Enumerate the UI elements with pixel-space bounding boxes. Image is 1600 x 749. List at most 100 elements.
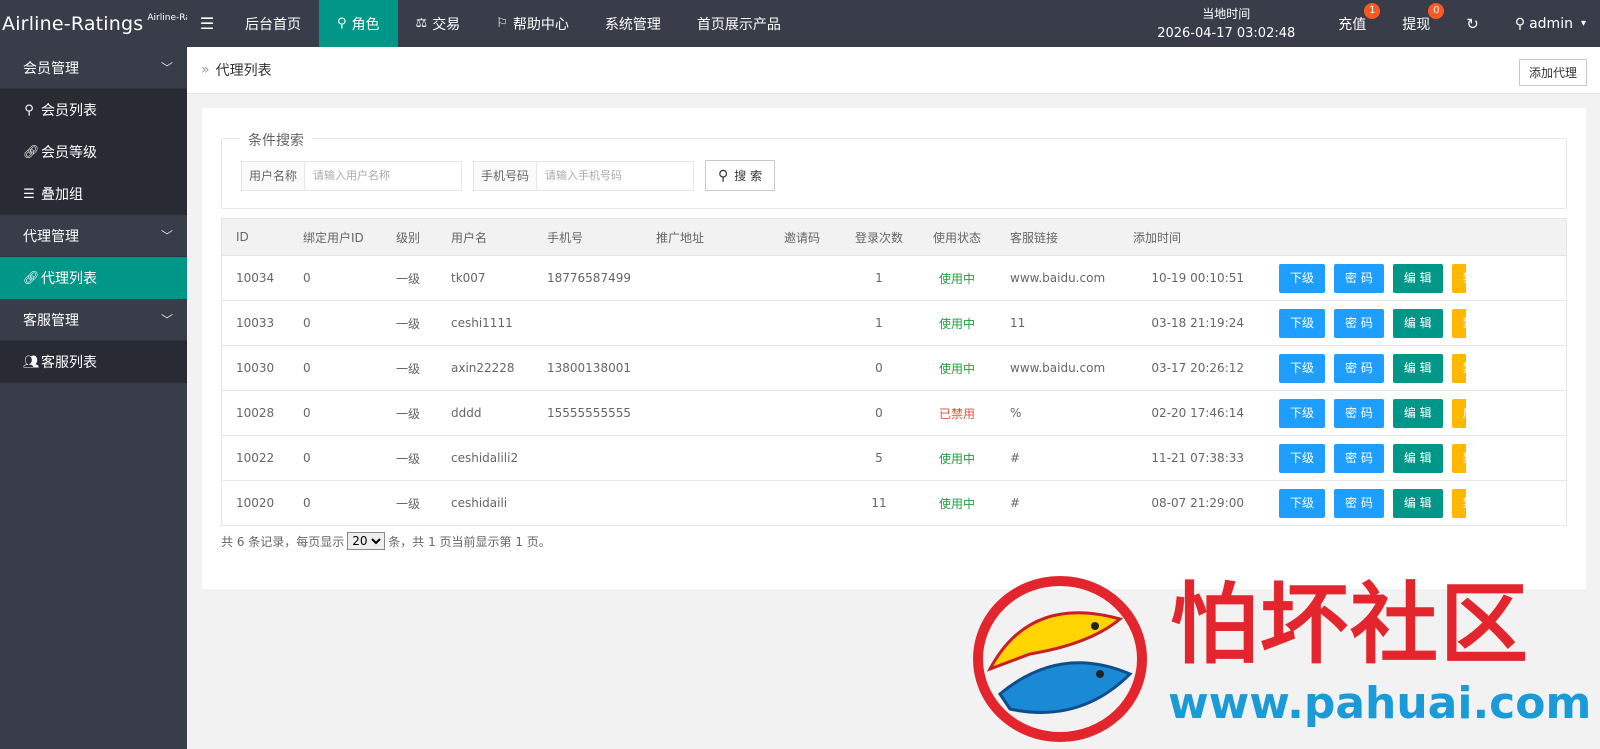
col-id: ID [236,230,249,244]
nav-system-label: 系统管理 [604,16,661,33]
user-menu[interactable]: ⚲ admin ▾ [1497,0,1600,47]
col-invite: 邀请码 [784,230,821,245]
edit-button[interactable]: 编 辑 [1392,353,1443,383]
cell-level: 一级 [396,316,421,331]
sidebar-group-agents[interactable]: 代理管理 ﹀ [0,215,187,257]
cell-username: ceshi1111 [451,316,513,330]
logo[interactable]: Airline-Ratings Airline-Ratings [0,0,187,47]
link-icon: 🔗︎ [23,270,40,286]
recharge-label: 充值 [1338,16,1367,33]
password-button[interactable]: 密 码 [1334,263,1384,293]
subordinate-button[interactable]: 下级 [1279,398,1326,428]
edit-button[interactable]: 编 辑 [1392,488,1443,518]
double-chevron-right-icon: » [201,62,210,78]
logo-main: Airline-Ratings [2,12,144,35]
password-button[interactable]: 密 码 [1334,308,1384,338]
row-actions: 下级密 码编 辑禁用 [1254,488,1466,518]
subordinate-button[interactable]: 下级 [1279,353,1326,383]
pagination: 共 6 条记录，每页显示 20 条，共 1 页当前显示第 1 页。 [221,532,551,550]
cell-username: dddd [451,406,482,420]
toggle-status-button[interactable]: 启用 [1451,398,1466,428]
sidebar-item-agent-list[interactable]: 🔗︎ 代理列表 [0,257,187,299]
nav-home[interactable]: 后台首页 [227,0,319,47]
toggle-status-button[interactable]: 禁用 [1451,263,1466,293]
cell-status: 使用中 [938,316,975,331]
nav-trade[interactable]: ⚖ 交易 [398,0,479,47]
toggle-status-button[interactable]: 禁用 [1451,488,1466,518]
toggle-status-button[interactable]: 禁用 [1451,308,1466,338]
nav-help-label: 帮助中心 [512,16,569,33]
nav-help[interactable]: ⚐ 帮助中心 [478,0,587,47]
row-actions: 下级密 码编 辑禁用 [1254,263,1466,293]
toggle-status-button[interactable]: 禁用 [1451,443,1466,473]
edit-button[interactable]: 编 辑 [1392,308,1443,338]
cell-service-link: www.baidu.com [1010,271,1106,285]
col-status: 使用状态 [932,230,981,245]
refresh-icon: ↻ [1466,14,1479,33]
col-phone: 手机号 [547,230,584,245]
nav-products[interactable]: 首页展示产品 [679,0,799,47]
menu-toggle-icon[interactable]: ☰ [187,0,227,47]
withdraw-button[interactable]: 提现 0 [1384,0,1448,47]
edit-button[interactable]: 编 辑 [1392,443,1443,473]
sidebar-item-member-list[interactable]: ⚲ 会员列表 [0,89,187,131]
subordinate-button[interactable]: 下级 [1279,263,1326,293]
subordinate-button[interactable]: 下级 [1279,308,1326,338]
nav-role[interactable]: ⚲ 角色 [319,0,398,47]
password-button[interactable]: 密 码 [1334,353,1384,383]
cell-username: ceshidaili [451,496,508,510]
sidebar-group-label: 代理管理 [23,228,79,245]
recharge-button[interactable]: 充值 1 [1320,0,1384,47]
cell-id: 10028 [236,406,275,420]
flag-icon: ⚐ [496,16,508,31]
list-icon: ☰ [23,186,35,202]
cell-username: tk007 [451,271,486,285]
col-service-link: 客服链接 [1010,230,1059,245]
password-button[interactable]: 密 码 [1334,443,1384,473]
row-actions: 下级密 码编 辑启用 [1254,398,1466,428]
username-input[interactable] [304,160,463,191]
sidebar-item-member-level[interactable]: 🔗︎ 会员等级 [0,131,187,173]
password-button[interactable]: 密 码 [1334,398,1384,428]
table-body: 10034 0 一级 tk007 18776587499 1 使用中 www.baidu.co… [222,255,1566,525]
nav-system[interactable]: 系统管理 [587,0,679,47]
top-nav: 后台首页 ⚲ 角色 ⚖ 交易 ⚐ 帮助中心 系统管理 首页展示产品 [227,0,799,47]
nav-trade-label: 交易 [432,16,461,33]
sidebar-item-label: 客服列表 [41,355,97,371]
search-legend: 条件搜索 [240,130,312,150]
subordinate-button[interactable]: 下级 [1279,443,1326,473]
search-fieldset: 条件搜索 用户名称 手机号码 ⚲ 搜 索 [221,130,1567,209]
search-button[interactable]: ⚲ 搜 索 [705,160,776,191]
per-page-select[interactable]: 20 [347,532,386,550]
agent-table: ID 绑定用户ID 级别 用户名 手机号 推广地址 邀请码 登录次数 使用状态 … [221,218,1567,526]
refresh-button[interactable]: ↻ [1448,0,1497,47]
sidebar-item-label: 叠加组 [41,187,83,203]
cell-level: 一级 [396,271,421,286]
sidebar-item-stack-group[interactable]: ☰ 叠加组 [0,173,187,215]
cell-status: 使用中 [938,496,975,511]
cell-logins: 0 [875,361,883,375]
cell-added-time: 03-18 21:19:24 [1151,316,1244,330]
cell-status: 使用中 [938,451,975,466]
col-logins: 登录次数 [854,230,903,245]
sidebar-item-service-list[interactable]: 👥︎ 客服列表 [0,341,187,383]
toggle-status-button[interactable]: 禁用 [1451,353,1466,383]
sidebar-group-service[interactable]: 客服管理 ﹀ [0,299,187,341]
cell-phone: 15555555555 [547,406,631,420]
subordinate-button[interactable]: 下级 [1279,488,1326,518]
phone-input[interactable] [536,160,695,191]
nav-home-label: 后台首页 [245,16,301,33]
edit-button[interactable]: 编 辑 [1392,263,1443,293]
table-row: 10034 0 一级 tk007 18776587499 1 使用中 www.baidu.co… [222,255,1566,300]
col-username: 用户名 [451,230,488,245]
logo-sub: Airline-Ratings [147,12,187,23]
edit-button[interactable]: 编 辑 [1392,398,1443,428]
user-name: admin [1529,15,1573,32]
pager-suffix: 条，共 1 页当前显示第 1 页。 [388,534,551,549]
add-agent-button[interactable]: 添加代理 [1518,59,1587,86]
cell-bind-user: 0 [303,451,311,465]
sidebar-item-label: 会员列表 [41,103,97,119]
withdraw-label: 提现 [1402,16,1431,33]
password-button[interactable]: 密 码 [1334,488,1384,518]
sidebar-group-members[interactable]: 会员管理 ﹀ [0,47,187,89]
